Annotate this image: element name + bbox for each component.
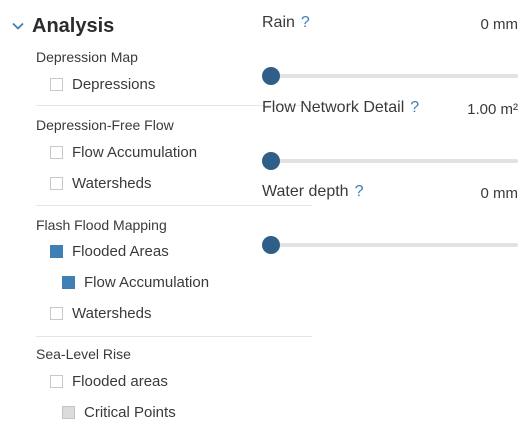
slider-value: 0 mm <box>480 185 519 202</box>
group-label-depression-free-flow: Depression-Free Flow <box>36 117 174 133</box>
slider-track[interactable] <box>270 243 518 247</box>
checkbox-dff-watersheds[interactable]: Watersheds <box>50 175 151 192</box>
checkbox-ffm-flooded-areas[interactable]: Flooded Areas <box>50 243 169 260</box>
checkbox-box[interactable] <box>50 177 63 190</box>
group-label-sea-level-rise: Sea-Level Rise <box>36 346 131 362</box>
checkbox-box[interactable] <box>50 307 63 320</box>
checkbox-depressions[interactable]: Depressions <box>50 76 155 93</box>
parameters-panel: Rain? 0 mm Flow Network Detail? 1.00 m² … <box>262 0 525 421</box>
checkbox-box[interactable] <box>62 406 75 419</box>
chevron-down-icon[interactable] <box>10 18 26 34</box>
slider-thumb[interactable] <box>262 236 280 254</box>
slider-flow-network-detail: Flow Network Detail? 1.00 m² <box>262 99 518 170</box>
analysis-title: Analysis <box>32 14 115 37</box>
slider-thumb[interactable] <box>262 152 280 170</box>
slider-water-depth: Water depth? 0 mm <box>262 183 519 254</box>
slider-value: 1.00 m² <box>467 101 518 118</box>
help-icon[interactable]: ? <box>410 99 419 116</box>
checkbox-dff-flow-accumulation[interactable]: Flow Accumulation <box>50 144 197 161</box>
checkbox-box[interactable] <box>50 78 63 91</box>
checkbox-box[interactable] <box>62 276 75 289</box>
checkbox-slr-critical-points[interactable]: Critical Points <box>62 404 176 421</box>
help-icon[interactable]: ? <box>355 183 364 200</box>
slider-track[interactable] <box>270 74 518 78</box>
group-label-depression-map: Depression Map <box>36 49 138 65</box>
checkbox-slr-flooded-areas[interactable]: Flooded areas <box>50 373 168 390</box>
slider-value: 0 mm <box>480 16 519 33</box>
slider-label: Rain? <box>262 14 310 31</box>
slider-rain: Rain? 0 mm <box>262 14 519 85</box>
checkbox-box[interactable] <box>50 245 63 258</box>
checkbox-box[interactable] <box>50 146 63 159</box>
slider-track[interactable] <box>270 159 518 163</box>
help-icon[interactable]: ? <box>301 14 310 31</box>
slider-thumb[interactable] <box>262 67 280 85</box>
checkbox-ffm-watersheds[interactable]: Watersheds <box>50 305 151 322</box>
slider-label: Flow Network Detail? <box>262 99 420 116</box>
checkbox-ffm-flow-accumulation[interactable]: Flow Accumulation <box>62 274 209 291</box>
group-label-flash-flood-mapping: Flash Flood Mapping <box>36 217 167 233</box>
slider-label: Water depth? <box>262 183 364 200</box>
checkbox-box[interactable] <box>50 375 63 388</box>
analysis-section-toggle[interactable]: Analysis <box>10 12 114 40</box>
